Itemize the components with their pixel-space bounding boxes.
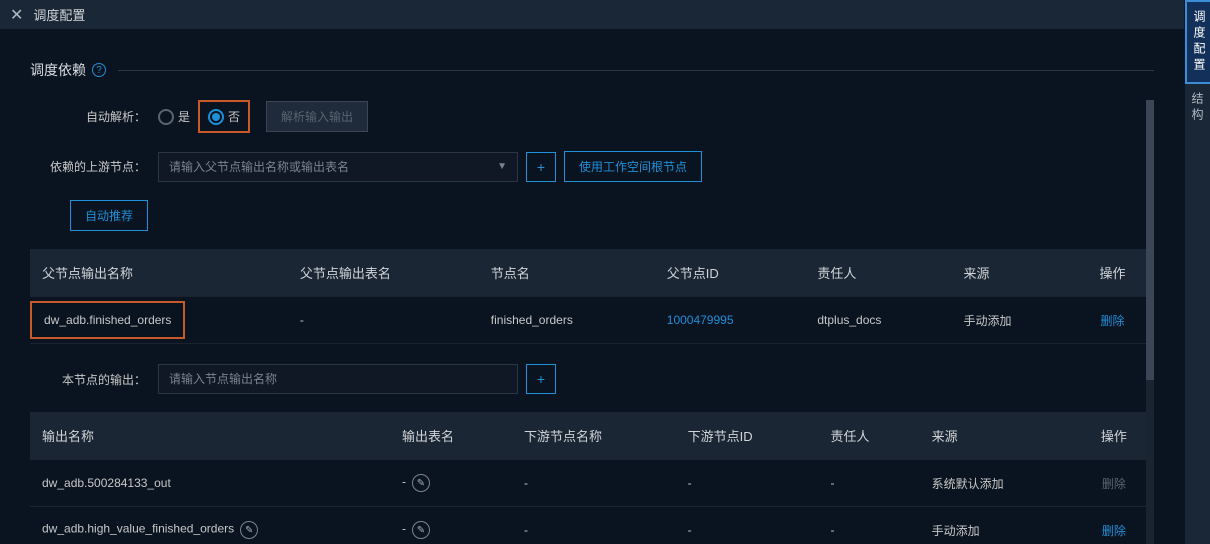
th-out-action: 操作 — [1074, 412, 1154, 460]
edit-icon[interactable]: ✎ — [240, 521, 258, 539]
radio-no[interactable]: 否 — [208, 108, 240, 125]
upstream-table: 父节点输出名称 父节点输出表名 节点名 父节点ID 责任人 来源 操作 dw_a… — [30, 249, 1154, 344]
th-output-table: 父节点输出表名 — [288, 249, 479, 297]
header-title: 调度配置 — [33, 5, 85, 24]
section-title-row: 调度依赖 ? — [30, 60, 1154, 80]
output-row: 本节点的输出： + — [30, 364, 1154, 394]
th-out-name: 输出名称 — [30, 412, 390, 460]
output-label: 本节点的输出： — [30, 371, 150, 388]
tab-structure[interactable]: 结构 — [1185, 84, 1210, 132]
upstream-table-header-row: 父节点输出名称 父节点输出表名 节点名 父节点ID 责任人 来源 操作 — [30, 249, 1154, 297]
edit-icon[interactable]: ✎ — [412, 521, 430, 539]
section-divider — [118, 70, 1154, 71]
cell-out-action: 删除 — [1074, 507, 1154, 544]
radio-circle-yes — [158, 109, 174, 125]
cell-out-table: -✎ — [390, 460, 512, 507]
add-upstream-button[interactable]: + — [526, 152, 556, 182]
table-row: dw_adb.500284133_out -✎ - - - 系统默认添加 删除 — [30, 460, 1154, 507]
cell-out-source: 手动添加 — [920, 507, 1074, 544]
upstream-row: 依赖的上游节点： 请输入父节点输出名称或输出表名 ▼ + 使用工作空间根节点 — [30, 151, 1154, 182]
cell-out-action: 删除 — [1074, 460, 1154, 507]
cell-out-owner: - — [819, 507, 920, 544]
th-action: 操作 — [1071, 249, 1154, 297]
cell-down-name: - — [512, 507, 676, 544]
radio-circle-no — [208, 109, 224, 125]
radio-no-highlight: 否 — [198, 100, 250, 133]
tab-schedule-config[interactable]: 调度配置 — [1185, 0, 1210, 84]
cell-source: 手动添加 — [951, 297, 1071, 344]
scrollbar[interactable] — [1146, 100, 1154, 544]
delete-link[interactable]: 删除 — [1100, 314, 1124, 328]
auto-parse-label: 自动解析： — [30, 108, 150, 125]
th-down-id: 下游节点ID — [676, 412, 819, 460]
th-down-name: 下游节点名称 — [512, 412, 676, 460]
auto-parse-row: 自动解析： 是 否 解析输入输出 — [30, 100, 1154, 133]
th-out-table: 输出表名 — [390, 412, 512, 460]
cell-action: 删除 — [1071, 297, 1154, 344]
cell-down-name: - — [512, 460, 676, 507]
cell-output-table: - — [288, 297, 479, 344]
th-output-name: 父节点输出名称 — [30, 249, 288, 297]
cell-out-table: -✎ — [390, 507, 512, 544]
highlighted-cell: dw_adb.finished_orders — [30, 301, 185, 339]
cell-node-name: finished_orders — [479, 297, 655, 344]
cell-out-source: 系统默认添加 — [920, 460, 1074, 507]
cell-down-id: - — [676, 507, 819, 544]
th-source: 来源 — [951, 249, 1071, 297]
cell-out-name: dw_adb.500284133_out — [30, 460, 390, 507]
cell-out-owner: - — [819, 460, 920, 507]
section-title: 调度依赖 — [30, 60, 86, 80]
auto-recommend-row: 自动推荐 — [70, 200, 1154, 231]
upstream-select[interactable]: 请输入父节点输出名称或输出表名 ▼ — [158, 152, 518, 182]
close-icon[interactable]: ✕ — [10, 5, 23, 25]
th-parent-id: 父节点ID — [655, 249, 806, 297]
help-icon[interactable]: ? — [92, 63, 106, 77]
right-tabs-panel: 调度配置 结构 — [1184, 0, 1210, 544]
parse-io-button: 解析输入输出 — [266, 101, 368, 132]
th-out-owner: 责任人 — [819, 412, 920, 460]
delete-disabled: 删除 — [1102, 477, 1126, 491]
th-out-source: 来源 — [920, 412, 1074, 460]
delete-link[interactable]: 删除 — [1102, 524, 1126, 538]
parent-id-link[interactable]: 1000479995 — [667, 313, 734, 327]
radio-yes[interactable]: 是 — [158, 108, 190, 125]
scrollbar-thumb[interactable] — [1146, 100, 1154, 380]
output-table: 输出名称 输出表名 下游节点名称 下游节点ID 责任人 来源 操作 dw_adb… — [30, 412, 1154, 544]
th-node-name: 节点名 — [479, 249, 655, 297]
cell-out-name: dw_adb.high_value_finished_orders ✎ — [30, 507, 390, 544]
upstream-placeholder: 请输入父节点输出名称或输出表名 — [169, 158, 349, 175]
edit-icon[interactable]: ✎ — [412, 474, 430, 492]
out-table-text: - — [402, 522, 406, 536]
main-content: 调度依赖 ? 自动解析： 是 否 解析输入输出 依赖的上游节点： 请输入父节点输… — [0, 30, 1184, 544]
table-row: dw_adb.finished_orders - finished_orders… — [30, 297, 1154, 344]
out-table-text: - — [402, 475, 406, 489]
header-bar: ✕ 调度配置 — [0, 0, 1210, 30]
radio-no-label: 否 — [228, 108, 240, 125]
upstream-label: 依赖的上游节点： — [30, 158, 150, 175]
use-root-button[interactable]: 使用工作空间根节点 — [564, 151, 702, 182]
out-name-text: dw_adb.high_value_finished_orders — [42, 522, 234, 536]
radio-yes-label: 是 — [178, 108, 190, 125]
output-input[interactable] — [158, 364, 518, 394]
cell-owner: dtplus_docs — [805, 297, 951, 344]
chevron-down-icon: ▼ — [497, 161, 507, 172]
th-owner: 责任人 — [805, 249, 951, 297]
cell-output-name: dw_adb.finished_orders — [30, 297, 288, 344]
cell-down-id: - — [676, 460, 819, 507]
auto-recommend-button[interactable]: 自动推荐 — [70, 200, 148, 231]
add-output-button[interactable]: + — [526, 364, 556, 394]
output-table-header-row: 输出名称 输出表名 下游节点名称 下游节点ID 责任人 来源 操作 — [30, 412, 1154, 460]
table-row: dw_adb.high_value_finished_orders✎ -✎ - … — [30, 507, 1154, 544]
cell-parent-id: 1000479995 — [655, 297, 806, 344]
radio-dot — [212, 113, 220, 121]
